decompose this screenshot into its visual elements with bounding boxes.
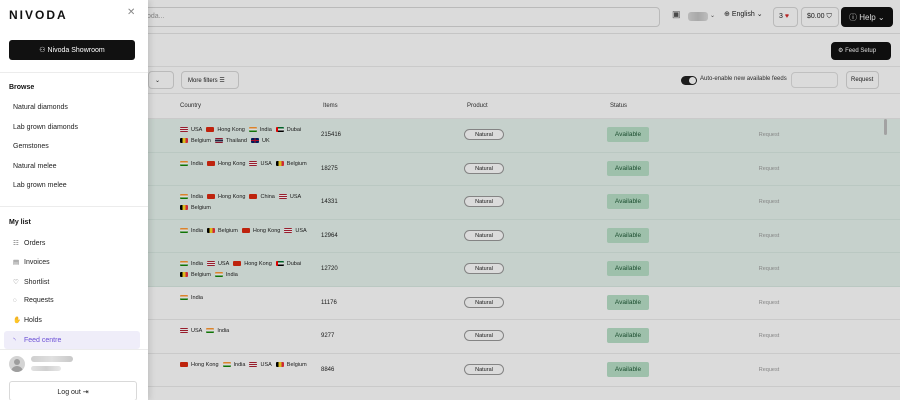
browse-item-label: Natural melee (13, 162, 57, 170)
invoice-icon: ▤ (13, 259, 20, 267)
mylist-item-label: Orders (24, 240, 46, 247)
showroom-button[interactable]: ⚇ Nivoda Showroom (9, 40, 135, 60)
divider (0, 349, 148, 350)
mylist-item-label: Requests (24, 296, 54, 304)
browse-item[interactable]: Natural diamonds (4, 99, 140, 117)
heart-icon: ♡ (13, 278, 19, 286)
mylist-item[interactable]: ☷ Orders (4, 234, 140, 252)
side-drawer: NIVODA ✕ ⚇ Nivoda Showroom Browse Natura… (0, 0, 148, 400)
rss-icon: ◝ (13, 336, 16, 344)
mylist-item[interactable]: ◝ Feed centre (4, 330, 140, 349)
browse-item-label: Gemstones (13, 143, 49, 150)
modal-backdrop[interactable] (148, 0, 900, 400)
divider (0, 72, 148, 73)
user-name (31, 356, 73, 362)
browse-item[interactable]: Lab grown melee (4, 177, 140, 195)
browse-item-label: Lab grown melee (13, 182, 67, 189)
logout-icon: ⇥ (82, 389, 89, 396)
mylist-item[interactable]: ♡ Shortlist (4, 273, 140, 291)
mylist-title: My list (9, 219, 31, 226)
browse-item[interactable]: Gemstones (4, 138, 140, 156)
page: oda... ▣ ⌄ ⊕ English ⌄ 3 ♥ $0.00 ⛉ ⓘ Hel… (0, 0, 900, 400)
users-icon: ⚇ (39, 47, 46, 54)
user-email (31, 366, 61, 371)
hand-icon: ✋ (13, 317, 22, 325)
browse-title: Browse (9, 84, 35, 91)
request-icon: ◌ (13, 296, 17, 304)
mylist-item-label: Invoices (24, 259, 50, 267)
close-icon[interactable]: ✕ (127, 7, 135, 18)
mylist-item-label: Feed centre (24, 336, 62, 344)
logo: NIVODA (9, 8, 68, 22)
mylist-item-label: Holds (24, 317, 42, 325)
browse-item-label: Natural diamonds (13, 104, 68, 111)
mylist-item[interactable]: ◌ Requests (4, 292, 140, 310)
browse-item-label: Lab grown diamonds (13, 123, 78, 131)
showroom-label: Nivoda Showroom (47, 47, 105, 54)
mylist-item-label: Shortlist (24, 278, 50, 286)
divider (0, 206, 148, 207)
orders-icon: ☷ (13, 240, 19, 247)
mylist-item[interactable]: ✋ Holds (4, 311, 140, 329)
logout-label: Log out (57, 389, 81, 396)
mylist-item[interactable]: ▤ Invoices (4, 253, 140, 271)
avatar[interactable] (9, 356, 25, 372)
browse-item[interactable]: Lab grown diamonds (4, 119, 140, 137)
browse-item[interactable]: Natural melee (4, 158, 140, 176)
logout-button[interactable]: Log out ⇥ (9, 381, 137, 400)
